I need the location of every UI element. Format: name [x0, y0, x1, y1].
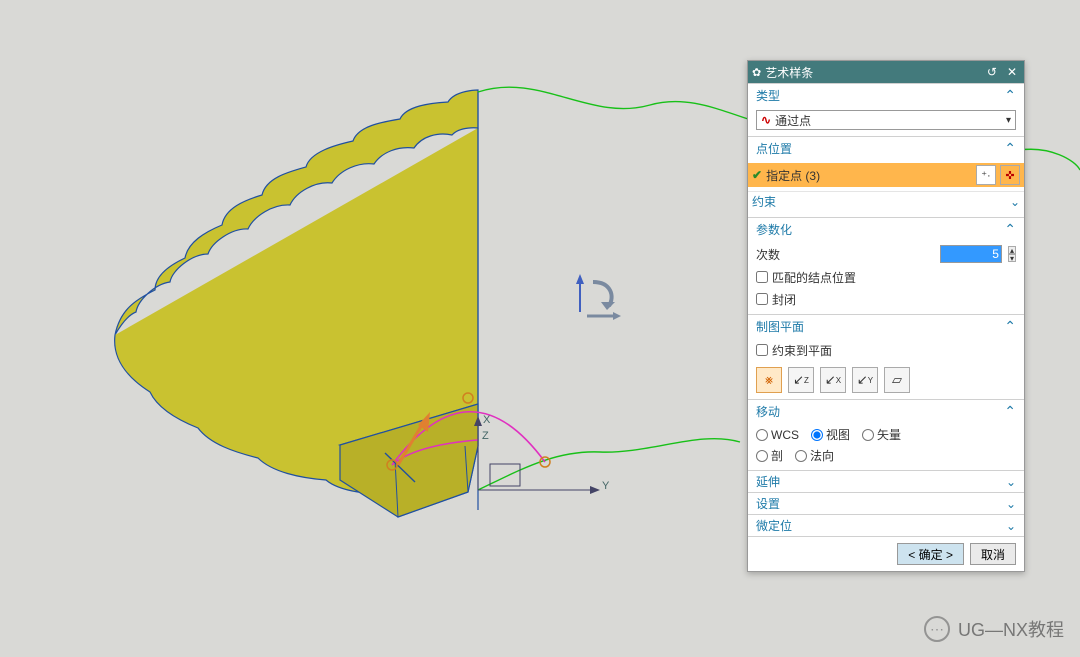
section-micro[interactable]: 微定位⌄ — [748, 514, 1024, 536]
cancel-button[interactable]: 取消 — [970, 543, 1016, 565]
section-param[interactable]: 参数化⌃ — [748, 218, 1024, 240]
type-dropdown[interactable]: ∿ 通过点 ▾ — [756, 110, 1016, 130]
specify-points-label: 指定点 (3) — [766, 167, 820, 184]
section-point[interactable]: 点位置⌃ — [748, 137, 1024, 159]
constraint-subsection[interactable]: 约束⌄ — [748, 191, 1024, 211]
section-extend[interactable]: 延伸⌄ — [748, 470, 1024, 492]
axis-y-label: Y — [602, 480, 609, 492]
watermark-text: UG—NX教程 — [958, 616, 1064, 642]
rotate-gizmo[interactable] — [565, 272, 625, 327]
check-icon: ✔ — [752, 168, 762, 182]
wave-icon: ∿ — [761, 113, 771, 127]
gear-icon: ✿ — [752, 66, 761, 79]
move-normal-radio[interactable]: 法向 — [795, 447, 834, 464]
dialog-titlebar[interactable]: ✿ 艺术样条 ↺ ✕ — [748, 61, 1024, 83]
move-section-radio[interactable]: 剖 — [756, 447, 783, 464]
axis-x-label: X — [483, 414, 490, 426]
type-option-label: 通过点 — [775, 112, 811, 129]
plane-csys-button[interactable]: ▱ — [884, 367, 910, 393]
section-type[interactable]: 类型⌃ — [748, 84, 1024, 106]
section-move[interactable]: 移动⌃ — [748, 400, 1024, 422]
chevron-down-icon: ▾ — [1006, 115, 1011, 126]
plane-y-button[interactable]: ↙Y — [852, 367, 878, 393]
section-settings[interactable]: 设置⌄ — [748, 492, 1024, 514]
degree-label: 次数 — [756, 246, 780, 263]
specify-points-row[interactable]: ✔ 指定点 (3) ⁺· ✜ — [748, 163, 1024, 187]
wechat-icon: ⋯ — [924, 616, 950, 642]
watermark: ⋯ UG—NX教程 — [924, 616, 1064, 642]
section-plane[interactable]: 制图平面⌃ — [748, 315, 1024, 337]
move-wcs-radio[interactable]: WCS — [756, 426, 799, 443]
ok-button[interactable]: < 确定 > — [897, 543, 964, 565]
point-constructor-button[interactable]: ⁺· — [976, 165, 996, 185]
axis-z-label: Z — [482, 430, 489, 442]
point-target-button[interactable]: ✜ — [1000, 165, 1020, 185]
degree-spinner[interactable]: ▴▾ — [1008, 246, 1016, 262]
plane-z-button[interactable]: ↙Z — [788, 367, 814, 393]
match-knots-checkbox[interactable]: 匹配的结点位置 — [756, 268, 1016, 286]
constrain-plane-checkbox[interactable]: 约束到平面 — [756, 341, 1016, 359]
move-view-radio[interactable]: 视图 — [811, 426, 850, 443]
closed-checkbox[interactable]: 封闭 — [756, 290, 1016, 308]
studio-spline-dialog: ✿ 艺术样条 ↺ ✕ 类型⌃ ∿ 通过点 ▾ 点位置⌃ ✔ 指定点 (3) ⁺· — [747, 60, 1025, 572]
plane-x-button[interactable]: ↙X — [820, 367, 846, 393]
degree-input[interactable] — [940, 245, 1002, 263]
reset-icon[interactable]: ↺ — [984, 65, 1000, 79]
plane-xy-button[interactable]: ⨳ — [756, 367, 782, 393]
close-icon[interactable]: ✕ — [1004, 65, 1020, 79]
dialog-title-text: 艺术样条 — [765, 64, 813, 81]
move-vector-radio[interactable]: 矢量 — [862, 426, 901, 443]
